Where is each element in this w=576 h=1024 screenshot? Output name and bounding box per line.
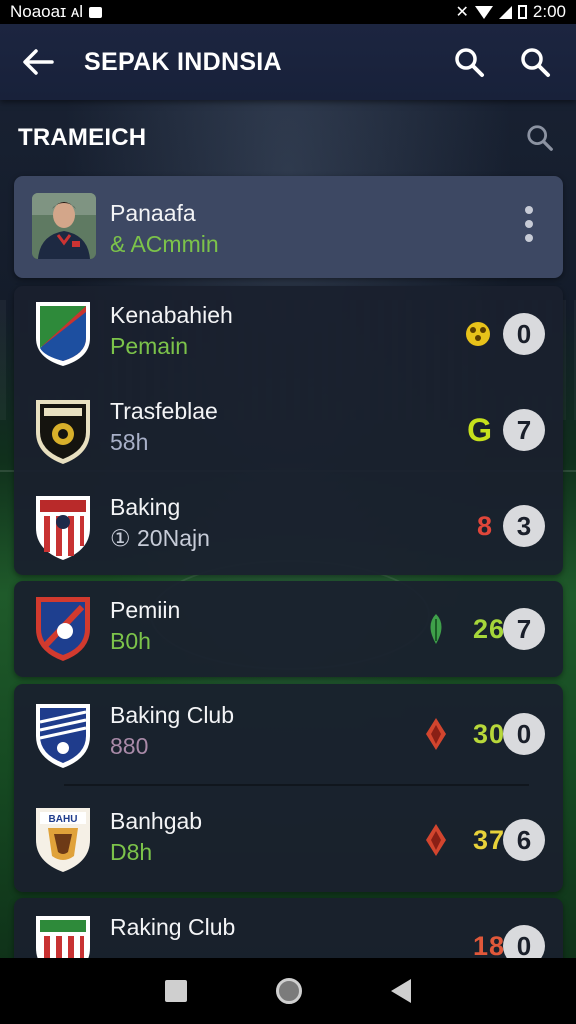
section-search-button[interactable] xyxy=(518,116,562,160)
team-row[interactable]: Kenabahieh Pemain 0 xyxy=(14,286,563,382)
recents-button[interactable] xyxy=(164,980,187,1002)
back-button[interactable] xyxy=(16,40,60,84)
mute-icon: ✕ xyxy=(455,4,469,21)
notification-icon xyxy=(89,6,103,18)
team-name: Raking Club xyxy=(110,914,236,940)
team-row[interactable]: BAHU Banhgab D8h 37 6 xyxy=(14,792,563,888)
team-row[interactable]: Pemiin B0h 26 7 xyxy=(14,581,563,677)
featured-player-card[interactable]: Panaafa & ACmmin xyxy=(14,176,563,278)
player-name: Panaafa xyxy=(110,200,196,226)
search-button-2[interactable] xyxy=(510,37,560,87)
team-crest-icon xyxy=(36,704,90,768)
rank-badge: 3 xyxy=(503,505,545,547)
search-icon xyxy=(455,48,484,77)
arrow-left-icon xyxy=(23,49,54,75)
clock: 2:00 xyxy=(532,2,566,21)
team-score: G xyxy=(467,411,493,448)
team-subtitle: 58h xyxy=(110,429,149,455)
home-button[interactable] xyxy=(275,978,302,1004)
team-name: Kenabahieh xyxy=(110,302,233,328)
team-card[interactable]: Pemiin B0h 26 7 xyxy=(14,581,563,677)
team-subtitle: 880 xyxy=(110,733,149,759)
player-avatar xyxy=(32,193,96,259)
search-icon xyxy=(521,48,550,77)
battery-icon xyxy=(517,5,527,19)
team-name: Trasfeblae xyxy=(110,398,218,424)
team-crest-icon xyxy=(36,496,90,560)
team-score: 8 xyxy=(476,510,493,541)
search-icon xyxy=(527,125,553,151)
signal-icon xyxy=(498,5,512,19)
section-header: TRAMEICH xyxy=(18,112,562,164)
team-score: 37 xyxy=(472,824,505,855)
row-divider xyxy=(64,784,529,786)
team-subtitle: ① 20Najn xyxy=(110,525,210,551)
rank-badge: 7 xyxy=(503,409,545,451)
flame-icon xyxy=(426,718,446,750)
player-role: & ACmmin xyxy=(110,231,219,257)
system-nav-bar xyxy=(0,958,576,1024)
rank-badge: 0 xyxy=(503,713,545,755)
team-name: Baking xyxy=(110,494,181,520)
team-row[interactable]: Baking Club 880 30 0 xyxy=(14,686,563,786)
team-subtitle: D8h xyxy=(110,839,153,865)
svg-text:BAHU: BAHU xyxy=(49,814,78,825)
flame-icon xyxy=(426,824,446,856)
team-score: 30 xyxy=(472,718,505,749)
team-score: 18 xyxy=(472,930,505,961)
app-bar: SEPAK INDNSIA xyxy=(0,24,576,100)
team-group-2: Baking Club 880 30 0 BAHU Banhgab D8h 37… xyxy=(14,684,563,892)
leaf-icon xyxy=(430,614,442,644)
wifi-icon xyxy=(474,5,493,19)
team-crest-icon xyxy=(36,302,90,366)
more-options-icon[interactable] xyxy=(525,206,533,242)
team-row[interactable]: Trasfeblae 58h G 7 xyxy=(14,382,563,478)
section-title: TRAMEICH xyxy=(18,124,147,151)
app-title: SEPAK INDNSIA xyxy=(84,47,282,76)
team-crest-icon xyxy=(36,597,90,661)
team-crest-icon: BAHU xyxy=(36,808,90,872)
status-bar: Nᴏaoaɪ ᴀl ✕ 2:00 xyxy=(0,0,576,24)
team-crest-icon xyxy=(36,400,90,464)
team-score: 26 xyxy=(472,613,505,644)
rank-badge: 0 xyxy=(503,313,545,355)
team-name: Banhgab xyxy=(110,808,203,834)
team-name: Pemiin xyxy=(110,597,181,623)
team-name: Baking Club xyxy=(110,702,235,728)
crown-icon xyxy=(466,322,490,346)
team-group-1: Kenabahieh Pemain 0 Trasfeblae 58h G 7 B… xyxy=(14,286,563,575)
rank-badge: 6 xyxy=(503,819,545,861)
search-button[interactable] xyxy=(444,37,494,87)
team-subtitle: Pemain xyxy=(110,333,188,359)
nav-back-button[interactable] xyxy=(391,979,412,1003)
team-subtitle: B0h xyxy=(110,628,151,654)
status-left-text: Nᴏaoaɪ ᴀl xyxy=(10,2,84,21)
rank-badge: 7 xyxy=(503,608,545,650)
team-row[interactable]: Baking ① 20Najn 8 3 xyxy=(14,478,563,574)
